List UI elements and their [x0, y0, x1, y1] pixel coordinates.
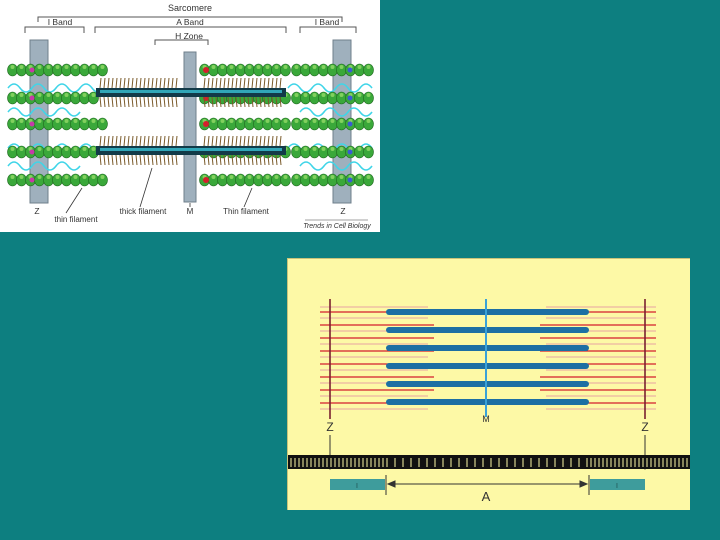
i-band-right-label: I Band	[315, 17, 340, 27]
z-left-label-bottom: Z	[326, 420, 333, 434]
z-right-label-bottom: Z	[641, 420, 648, 434]
z-right-label: Z	[340, 206, 345, 216]
thick-filament-label: thick filament	[120, 207, 167, 216]
sarcomere-label: Sarcomere	[168, 3, 212, 13]
thin-filaments	[320, 306, 656, 410]
banding-strip	[288, 455, 690, 469]
sarcomere-schematic-svg: Z M Z I I A	[288, 299, 690, 504]
sarcomere-detailed-diagram: Sarcomere I Band A Band I Band H Zone Z …	[0, 0, 380, 232]
thin-filament-left-label: thin filament	[54, 215, 98, 224]
m-label: M	[187, 207, 194, 216]
i-right-label: I	[616, 483, 618, 490]
i-left-label: I	[356, 483, 358, 490]
z-left-label: Z	[34, 206, 39, 216]
sarcomere-schematic-diagram: Z M Z I I A	[287, 258, 690, 510]
m-line-band	[183, 51, 197, 203]
h-zone-label: H Zone	[175, 31, 203, 41]
sarcomere-detailed-svg: Sarcomere I Band A Band I Band H Zone Z …	[7, 3, 374, 230]
m-label-bottom: M	[482, 414, 490, 424]
i-band-right-bracket	[299, 26, 357, 33]
i-band-left-label: I Band	[48, 17, 73, 27]
a-band-label: A Band	[176, 17, 204, 27]
i-band-left-bracket	[24, 26, 85, 33]
thin-filament-right-label: Thin filament	[223, 207, 270, 216]
a-band-label-bottom: A	[482, 489, 491, 504]
credit-label: Trends in Cell Biology	[303, 223, 371, 230]
